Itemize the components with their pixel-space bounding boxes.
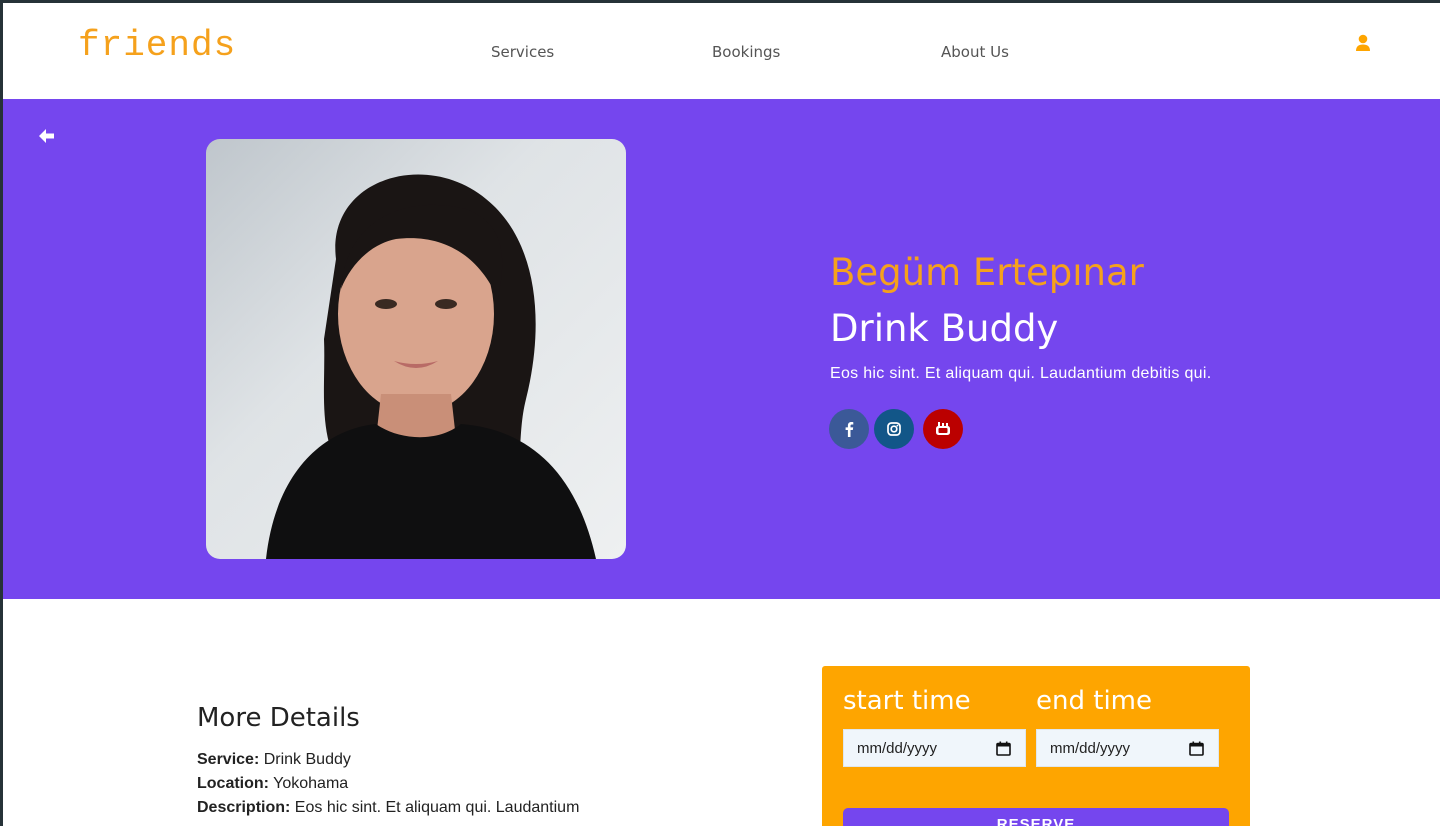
user-icon[interactable] — [1355, 34, 1371, 52]
nav-bookings[interactable]: Bookings — [712, 43, 780, 61]
brand-logo[interactable]: friends — [78, 25, 236, 66]
calendar-icon[interactable] — [996, 741, 1011, 756]
profile-photo — [206, 139, 626, 559]
detail-location: Location: Yokohama — [197, 775, 348, 793]
facebook-button[interactable] — [829, 409, 869, 449]
nav-about-us[interactable]: About Us — [941, 43, 1009, 61]
profile-tagline: Eos hic sint. Et aliquam qui. Laudantium… — [830, 365, 1212, 382]
detail-service-label: Service: — [197, 751, 260, 768]
facebook-icon — [845, 422, 854, 437]
profile-hero: Begüm Ertepınar Drink Buddy Eos hic sint… — [3, 99, 1440, 599]
profile-name: Begüm Ertepınar — [830, 251, 1144, 294]
start-date-input[interactable]: mm/dd/yyyy — [843, 729, 1026, 767]
arrow-left-icon[interactable] — [38, 127, 56, 145]
instagram-button[interactable] — [874, 409, 914, 449]
detail-description: Description: Eos hic sint. Et aliquam qu… — [197, 799, 579, 817]
nav-services[interactable]: Services — [491, 43, 554, 61]
start-date-value: mm/dd/yyyy — [857, 739, 938, 757]
end-time-label: end time — [1036, 686, 1152, 716]
youtube-icon — [936, 422, 950, 435]
end-date-input[interactable]: mm/dd/yyyy — [1036, 729, 1219, 767]
calendar-icon[interactable] — [1189, 741, 1204, 756]
navbar: friends Services Bookings About Us — [3, 3, 1440, 99]
detail-description-label: Description: — [197, 799, 291, 816]
youtube-button[interactable] — [923, 409, 963, 449]
detail-location-label: Location: — [197, 775, 269, 792]
start-time-label: start time — [843, 686, 971, 716]
end-date-value: mm/dd/yyyy — [1050, 739, 1131, 757]
detail-service-value: Drink Buddy — [263, 751, 351, 768]
booking-card: start time end time mm/dd/yyyy mm/dd/yyy… — [822, 666, 1250, 826]
instagram-icon — [887, 422, 901, 436]
profile-role: Drink Buddy — [830, 307, 1059, 350]
reserve-button[interactable]: RESERVE — [843, 808, 1229, 826]
detail-location-value: Yokohama — [273, 775, 349, 792]
detail-description-value: Eos hic sint. Et aliquam qui. Laudantium — [294, 799, 580, 816]
details-title: More Details — [197, 703, 360, 733]
detail-service: Service: Drink Buddy — [197, 751, 351, 769]
